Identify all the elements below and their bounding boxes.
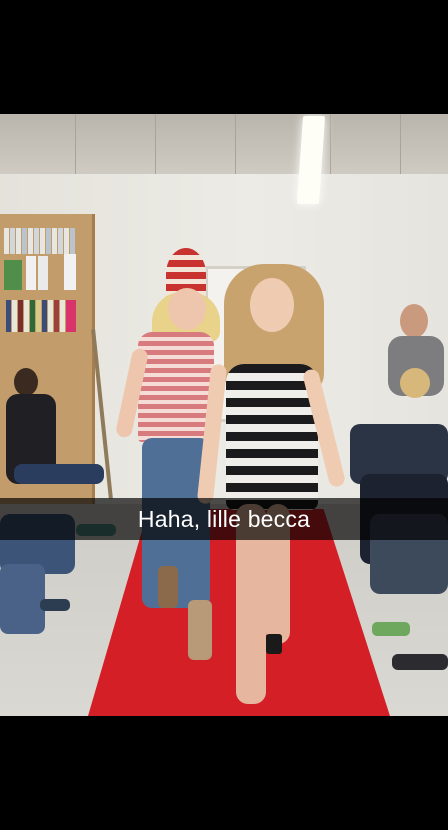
snap-photo: Haha, lille becca [0,114,448,716]
model-striped-dress [196,264,347,716]
caption-bar[interactable]: Haha, lille becca [0,498,448,540]
caption-text: Haha, lille becca [137,505,311,532]
top-letterbox [0,0,448,114]
ceiling [0,114,448,174]
bottom-letterbox [0,716,448,830]
